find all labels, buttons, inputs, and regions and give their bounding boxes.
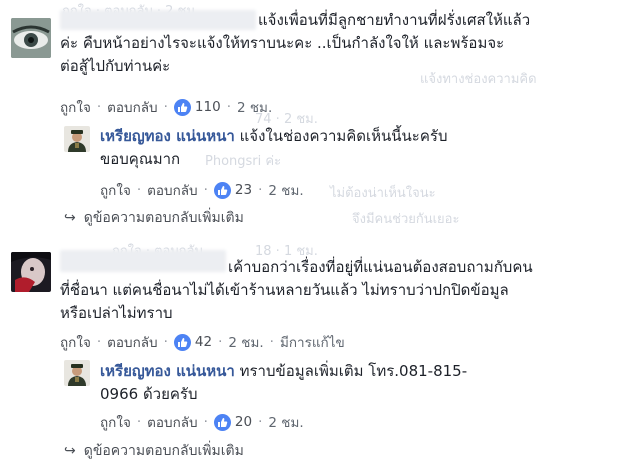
timestamp[interactable]: 2 ชม. [228, 331, 263, 353]
reply-link[interactable]: ตอบกลับ [147, 411, 197, 433]
comment-actions: ถูกใจ · ตอบกลับ · 110 · 2 ชม. [60, 96, 272, 118]
comment-actions: ถูกใจ · ตอบกลับ · 42 · 2 ชม. · มีการแก้ไ… [60, 331, 345, 353]
like-link[interactable]: ถูกใจ [100, 411, 131, 433]
comment-text: ที่ชื่อนา แต่คนชื่อนาไม่ได้เข้าร้านหลายว… [60, 281, 509, 299]
avatar[interactable] [11, 18, 51, 58]
background-text: Phongsri ค่ะ [205, 154, 282, 169]
comment-text: หรือเปล่าไม่ทราบ [60, 304, 173, 322]
like-link[interactable]: ถูกใจ [60, 331, 91, 353]
author-name-redacted [60, 10, 256, 30]
like-link[interactable]: ถูกใจ [60, 96, 91, 118]
like-count[interactable]: 110 [195, 99, 221, 115]
comment-text: ค่ะ คืบหน้าอย่างไรจะแจ้งให้ทราบนะคะ ..เป… [60, 34, 505, 52]
eye-photo-icon [11, 18, 51, 58]
profile-photo-icon [11, 252, 51, 292]
reply-text: ขอบคุณมาก [100, 150, 181, 168]
like-link[interactable]: ถูกใจ [100, 179, 131, 201]
comment-text: เค้าบอกว่าเรื่องที่อยู่ที่แน่นอนต้องสอบถ… [228, 258, 533, 276]
comment-text: ต่อสู้ไปกับท่านค่ะ [60, 57, 171, 75]
reply-author[interactable]: เหรียญทอง แน่นหนา [100, 127, 235, 145]
reply-text: เหรียญทอง แน่นหนา ทราบข้อมูลเพิ่มเติม โท… [100, 362, 468, 380]
officer-photo-icon [64, 126, 90, 152]
timestamp[interactable]: 2 ชม. [268, 411, 303, 433]
reply-actions: ถูกใจ · ตอบกลับ · 20 · 2 ชม. [100, 411, 304, 433]
like-count[interactable]: 42 [195, 334, 212, 350]
avatar[interactable] [64, 360, 90, 386]
timestamp[interactable]: 2 ชม. [268, 179, 303, 201]
thumbs-up-icon [173, 333, 191, 351]
reply-link[interactable]: ตอบกลับ [147, 179, 197, 201]
view-more-replies-link[interactable]: ↪ ดูข้อความตอบกลับเพิ่มเติม [64, 440, 244, 462]
thumbs-up-icon [213, 413, 231, 431]
background-text: ไม่ต้องน่าเห็นใจนะ [330, 186, 436, 201]
view-more-replies-link[interactable]: ↪ ดูข้อความตอบกลับเพิ่มเติม [64, 207, 244, 229]
avatar[interactable] [11, 252, 51, 292]
thumbs-up-icon [173, 98, 191, 116]
reply-link[interactable]: ตอบกลับ [107, 96, 157, 118]
thumbs-up-icon [213, 181, 231, 199]
comment-text: แจ้งเพื่อนที่มีลูกชายทำงานที่ฝรั่งเศสให้… [258, 11, 531, 29]
reply-text: เหรียญทอง แน่นหนา แจ้งในช่องความคิดเห็นน… [100, 127, 448, 145]
edited-label[interactable]: มีการแก้ไข [280, 331, 345, 353]
author-name-redacted [60, 250, 226, 272]
reply-actions: ถูกใจ · ตอบกลับ · 23 · 2 ชม. [100, 179, 304, 201]
reply-author[interactable]: เหรียญทอง แน่นหนา [100, 362, 235, 380]
reply-arrow-icon: ↪ [64, 210, 76, 226]
reply-text: 0966 ด้วยครับ [100, 385, 198, 403]
officer-photo-icon [64, 360, 90, 386]
avatar[interactable] [64, 126, 90, 152]
reply-link[interactable]: ตอบกลับ [107, 331, 157, 353]
reply-arrow-icon: ↪ [64, 443, 76, 459]
timestamp[interactable]: 2 ชม. [237, 96, 272, 118]
like-count[interactable]: 20 [235, 414, 252, 430]
background-text: จึงมีคนช่วยกันเยอะ [352, 212, 460, 227]
background-text: แจ้งทางช่องความคิด [420, 72, 537, 87]
like-count[interactable]: 23 [235, 182, 252, 198]
